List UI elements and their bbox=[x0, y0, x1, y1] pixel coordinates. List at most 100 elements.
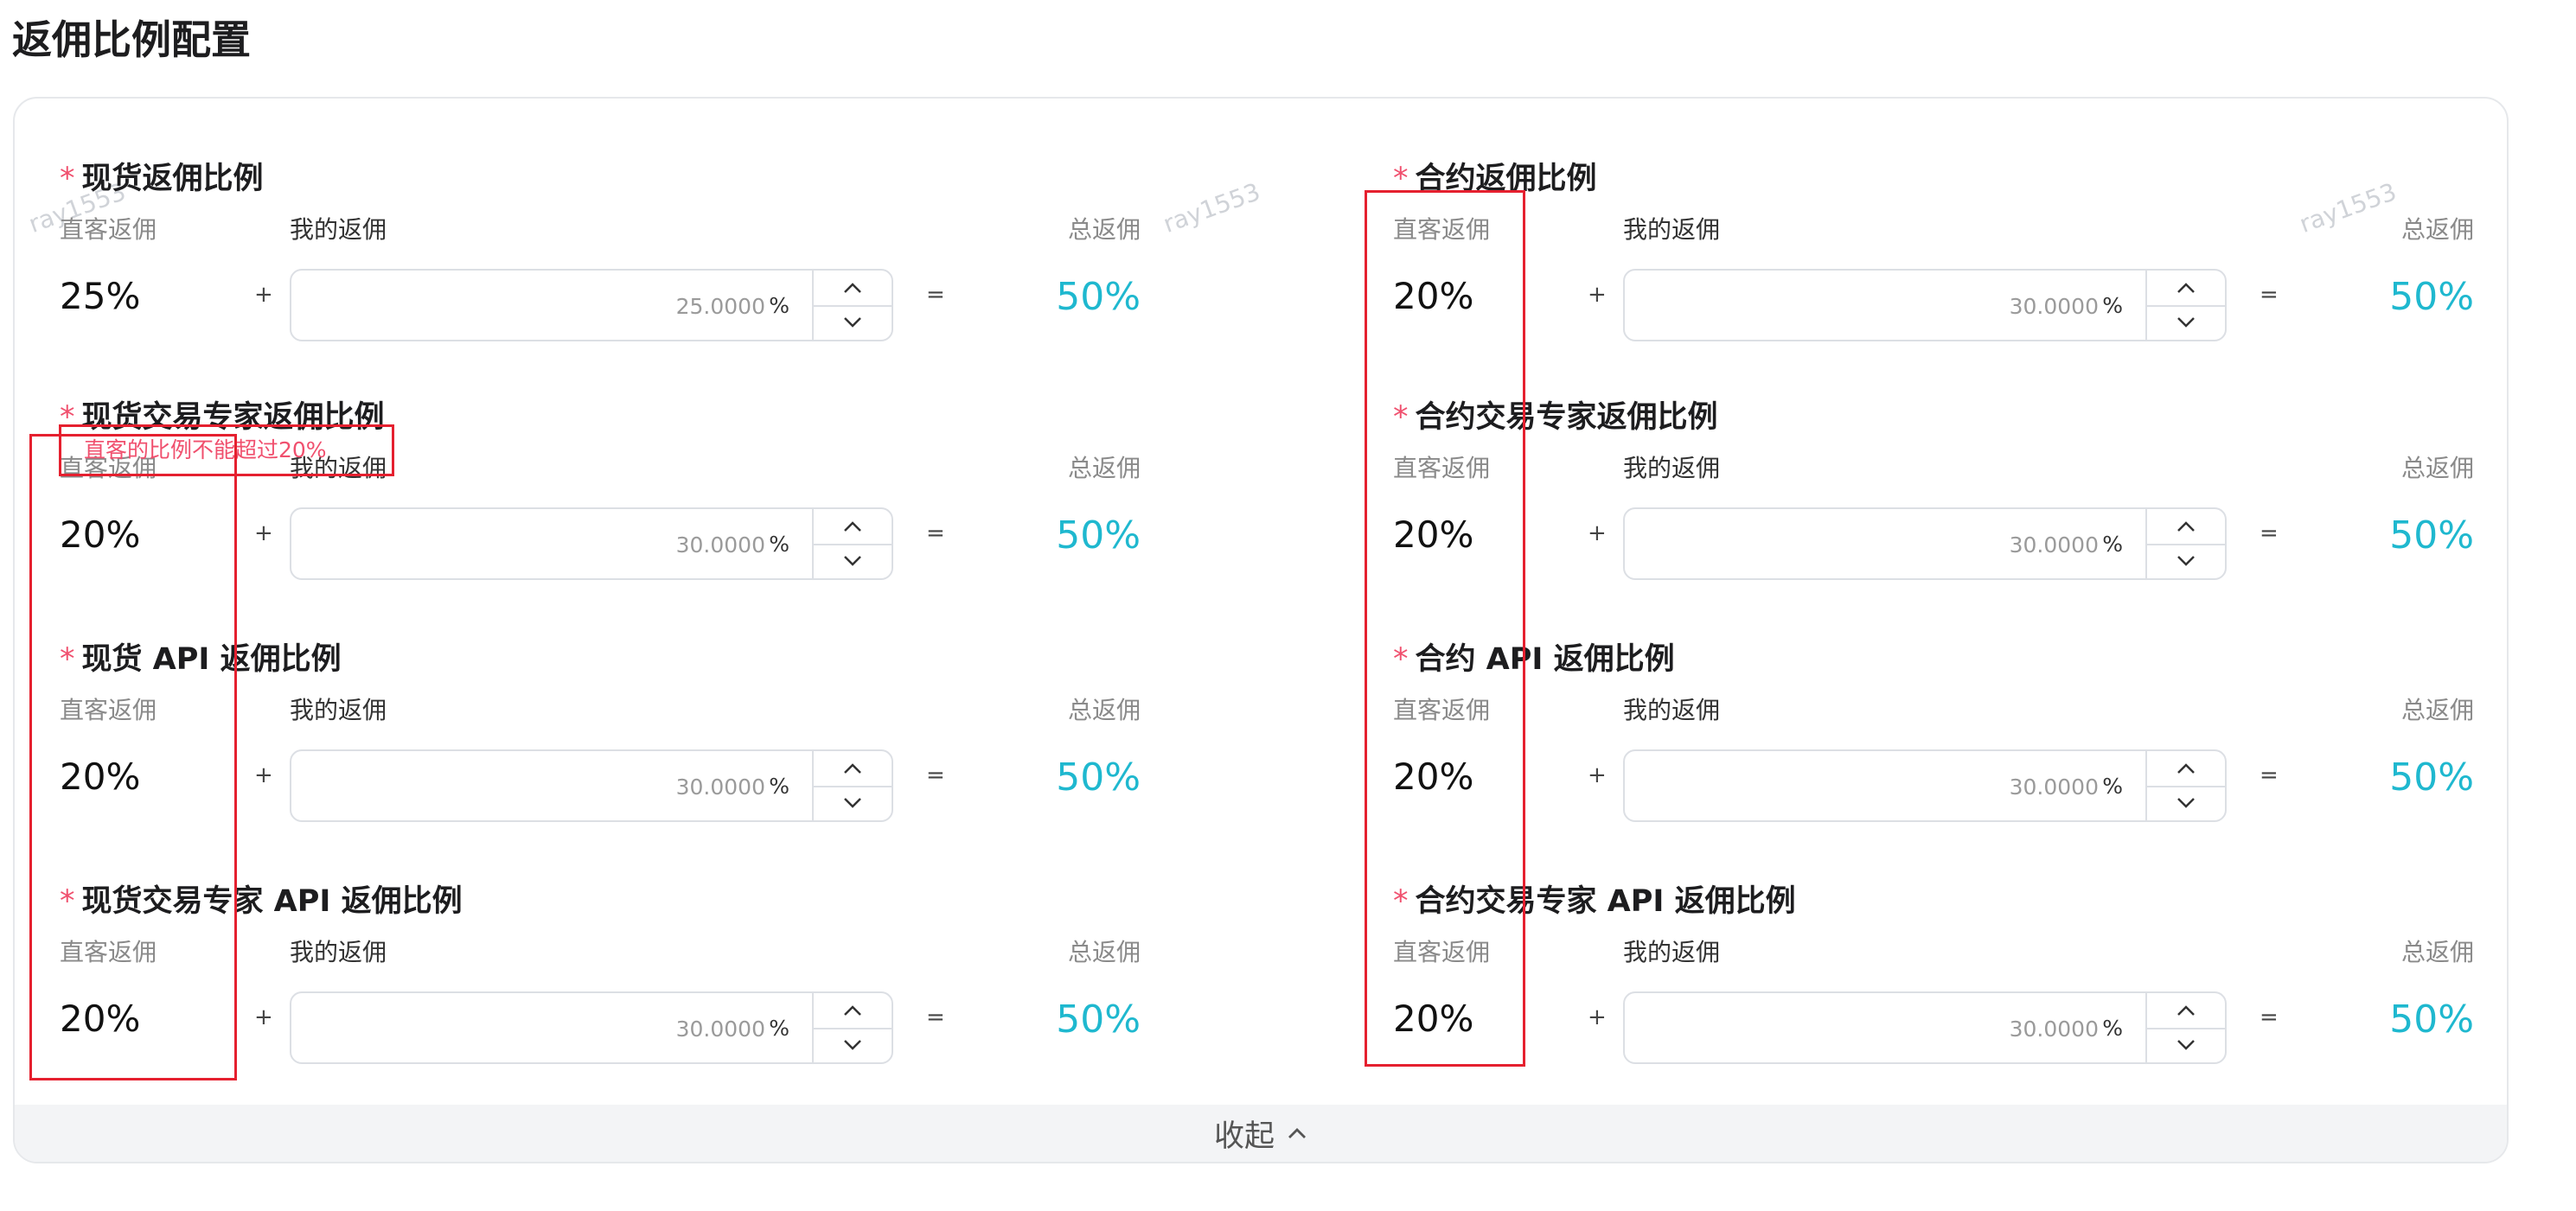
total-rebate-label: 总返佣 bbox=[2400, 454, 2474, 482]
equals-sign: = bbox=[2260, 762, 2279, 788]
section-futures-copytrade-api-rebate: * 合约交易专家 API 返佣比例 直客返佣 我的返佣 总返佣 20% + 30.… bbox=[1393, 876, 2474, 1084]
percent-unit: % bbox=[769, 774, 789, 799]
chevron-up-icon bbox=[2177, 521, 2195, 532]
total-rebate-label: 总返佣 bbox=[1067, 696, 1141, 724]
decrement-button[interactable] bbox=[814, 786, 892, 820]
section-title-text: 现货返佣比例 bbox=[81, 162, 264, 196]
my-rebate-input[interactable]: 30.0000 % bbox=[1623, 749, 2227, 822]
chevron-down-icon bbox=[2177, 556, 2195, 566]
my-rebate-label: 我的返佣 bbox=[1623, 938, 1721, 966]
watermark: ray1553 bbox=[1159, 177, 1264, 239]
my-rebate-label: 我的返佣 bbox=[290, 696, 387, 724]
my-rebate-input-value[interactable]: 30.0000 bbox=[2010, 294, 2099, 319]
total-rebate-value: 50% bbox=[1056, 275, 1141, 319]
number-stepper bbox=[812, 993, 892, 1062]
section-spot-rebate: * 现货返佣比例 直客返佣 我的返佣 总返佣 25% + 25.0000 % = … bbox=[60, 154, 1141, 361]
total-rebate-label: 总返佣 bbox=[2400, 938, 2474, 966]
increment-button[interactable] bbox=[814, 993, 892, 1029]
increment-button[interactable] bbox=[2147, 509, 2225, 545]
direct-rebate-label: 直客返佣 bbox=[60, 215, 157, 244]
my-rebate-label: 我的返佣 bbox=[1623, 696, 1721, 724]
decrement-button[interactable] bbox=[2147, 305, 2225, 340]
percent-unit: % bbox=[769, 532, 789, 557]
decrement-button[interactable] bbox=[2147, 1028, 2225, 1062]
my-rebate-input-value[interactable]: 30.0000 bbox=[2010, 774, 2099, 800]
my-rebate-input-value[interactable]: 30.0000 bbox=[676, 532, 765, 558]
my-rebate-input[interactable]: 30.0000 % bbox=[290, 749, 893, 822]
number-stepper bbox=[812, 751, 892, 820]
chevron-up-icon bbox=[2177, 283, 2195, 293]
total-rebate-label: 总返佣 bbox=[1067, 454, 1141, 482]
section-futures-rebate: * 合约返佣比例 直客返佣 我的返佣 总返佣 20% + 30.0000 % = … bbox=[1393, 154, 2474, 361]
number-stepper bbox=[2145, 751, 2225, 820]
number-stepper bbox=[2145, 509, 2225, 578]
highlight-box-left bbox=[29, 434, 237, 1080]
total-rebate-label: 总返佣 bbox=[1067, 938, 1141, 966]
equals-sign: = bbox=[926, 1004, 945, 1030]
total-rebate-value: 50% bbox=[1056, 513, 1141, 558]
plus-sign: + bbox=[254, 762, 273, 788]
number-stepper bbox=[2145, 271, 2225, 340]
chevron-down-icon bbox=[2177, 1040, 2195, 1050]
my-rebate-input[interactable]: 30.0000 % bbox=[1623, 269, 2227, 341]
section-futures-api-rebate: * 合约 API 返佣比例 直客返佣 我的返佣 总返佣 20% + 30.0000… bbox=[1393, 634, 2474, 842]
chevron-up-icon bbox=[1288, 1128, 1306, 1138]
section-futures-copytrade-rebate: * 合约交易专家返佣比例 直客返佣 我的返佣 总返佣 20% + 30.0000 … bbox=[1393, 392, 2474, 600]
my-rebate-input[interactable]: 30.0000 % bbox=[1623, 507, 2227, 580]
plus-sign: + bbox=[1588, 520, 1607, 546]
number-stepper bbox=[812, 271, 892, 340]
my-rebate-input-value[interactable]: 30.0000 bbox=[676, 774, 765, 800]
increment-button[interactable] bbox=[814, 509, 892, 545]
chevron-up-icon bbox=[844, 283, 861, 293]
decrement-button[interactable] bbox=[2147, 786, 2225, 820]
increment-button[interactable] bbox=[814, 751, 892, 787]
decrement-button[interactable] bbox=[814, 544, 892, 578]
my-rebate-input[interactable]: 25.0000 % bbox=[290, 269, 893, 341]
equals-sign: = bbox=[926, 762, 945, 788]
percent-unit: % bbox=[2102, 293, 2123, 318]
total-rebate-label: 总返佣 bbox=[1067, 215, 1141, 244]
total-rebate-value: 50% bbox=[2389, 513, 2474, 558]
percent-unit: % bbox=[2102, 1016, 2123, 1041]
my-rebate-input-value[interactable]: 30.0000 bbox=[2010, 1017, 2099, 1042]
increment-button[interactable] bbox=[2147, 271, 2225, 307]
my-rebate-input[interactable]: 30.0000 % bbox=[1623, 991, 2227, 1064]
equals-sign: = bbox=[2260, 520, 2279, 546]
my-rebate-input[interactable]: 30.0000 % bbox=[290, 991, 893, 1064]
my-rebate-input-value[interactable]: 30.0000 bbox=[676, 1017, 765, 1042]
increment-button[interactable] bbox=[2147, 751, 2225, 787]
my-rebate-input-value[interactable]: 25.0000 bbox=[676, 294, 765, 319]
chevron-down-icon bbox=[2177, 317, 2195, 328]
total-rebate-value: 50% bbox=[2389, 275, 2474, 319]
equals-sign: = bbox=[926, 520, 945, 546]
my-rebate-input[interactable]: 30.0000 % bbox=[290, 507, 893, 580]
page-title: 返佣比例配置 bbox=[12, 16, 251, 63]
rebate-config-card: ray1553 ray1553 ray1553 * 现货返佣比例 直客返佣 我的返… bbox=[13, 97, 2509, 1163]
equals-sign: = bbox=[926, 282, 945, 308]
required-mark: * bbox=[60, 162, 75, 196]
chevron-up-icon bbox=[2177, 1005, 2195, 1016]
decrement-button[interactable] bbox=[814, 1028, 892, 1062]
my-rebate-label: 我的返佣 bbox=[1623, 215, 1721, 244]
direct-rebate-value: 25% bbox=[60, 275, 141, 317]
equals-sign: = bbox=[2260, 282, 2279, 308]
my-rebate-label: 我的返佣 bbox=[290, 938, 387, 966]
percent-unit: % bbox=[2102, 532, 2123, 557]
collapse-button[interactable]: 收起 bbox=[15, 1105, 2507, 1162]
decrement-button[interactable] bbox=[814, 305, 892, 340]
total-rebate-value: 50% bbox=[1056, 997, 1141, 1042]
my-rebate-input-value[interactable]: 30.0000 bbox=[2010, 532, 2099, 558]
percent-unit: % bbox=[2102, 774, 2123, 799]
my-rebate-label: 我的返佣 bbox=[290, 215, 387, 244]
total-rebate-label: 总返佣 bbox=[2400, 215, 2474, 244]
percent-unit: % bbox=[769, 293, 789, 318]
chevron-down-icon bbox=[844, 798, 861, 808]
my-rebate-label: 我的返佣 bbox=[1623, 454, 1721, 482]
percent-unit: % bbox=[769, 1016, 789, 1041]
chevron-down-icon bbox=[844, 556, 861, 566]
chevron-up-icon bbox=[844, 521, 861, 532]
increment-button[interactable] bbox=[2147, 993, 2225, 1029]
decrement-button[interactable] bbox=[2147, 544, 2225, 578]
increment-button[interactable] bbox=[814, 271, 892, 307]
plus-sign: + bbox=[254, 520, 273, 546]
